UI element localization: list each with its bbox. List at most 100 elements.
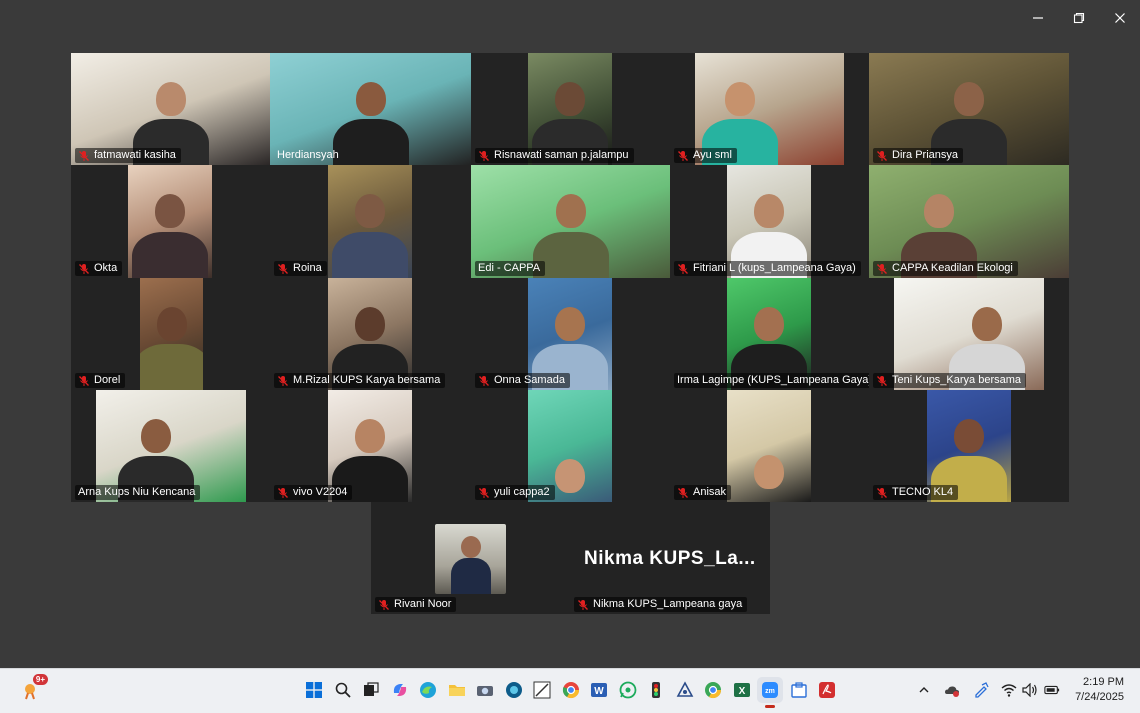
acrobat-button[interactable] xyxy=(814,677,840,703)
participant-tile[interactable]: TECNO KL4 xyxy=(869,390,1069,502)
participant-name: Edi - CAPPA xyxy=(478,262,541,274)
mic-muted-icon xyxy=(278,375,288,386)
participant-tile[interactable]: Onna Samada xyxy=(471,278,670,390)
mic-muted-icon xyxy=(678,487,688,498)
mic-muted-icon xyxy=(79,150,89,161)
participant-name: TECNO KL4 xyxy=(892,486,954,498)
svg-text:W: W xyxy=(594,686,604,697)
weather-widget[interactable]: 9+ xyxy=(16,674,48,705)
search-button[interactable] xyxy=(330,677,356,703)
file-explorer-button[interactable] xyxy=(444,677,470,703)
participant-tile-no-video[interactable]: Nikma KUPS_La... Nikma KUPS_Lampeana gay… xyxy=(570,502,770,614)
onedrive-icon xyxy=(945,686,959,697)
participant-name: Risnawati saman p.jalampu xyxy=(494,149,629,161)
word-icon: W xyxy=(591,683,607,697)
system-clock[interactable]: 2:19 PM 7/24/2025 xyxy=(1075,675,1124,705)
task-view-icon xyxy=(364,682,379,696)
search-icon xyxy=(335,682,351,698)
participant-tile[interactable]: Dorel xyxy=(71,278,270,390)
restore-button[interactable] xyxy=(1058,0,1099,36)
network-share-button[interactable] xyxy=(672,677,698,703)
restore-icon xyxy=(1073,12,1084,24)
participant-tile[interactable]: Irma Lagimpe (KUPS_Lampeana Gaya) xyxy=(670,278,869,390)
battery-tray[interactable] xyxy=(1044,682,1060,698)
copilot-button[interactable] xyxy=(387,677,413,703)
participant-tile[interactable]: Anisak xyxy=(670,390,869,502)
participant-tile[interactable]: Edi - CAPPA xyxy=(471,165,670,278)
participant-tile[interactable]: Roina xyxy=(270,165,471,278)
app-button[interactable] xyxy=(643,677,669,703)
participant-name: Anisak xyxy=(693,486,727,498)
wifi-tray[interactable] xyxy=(1001,682,1017,698)
camera-icon xyxy=(477,686,493,696)
edge-dev-button[interactable] xyxy=(501,677,527,703)
pen-tray[interactable] xyxy=(973,682,989,698)
participant-tile[interactable]: Dira Priansya xyxy=(869,53,1069,165)
whatsapp-button[interactable] xyxy=(615,677,641,703)
volume-tray[interactable] xyxy=(1022,682,1038,698)
chrome-profile-button[interactable] xyxy=(700,677,726,703)
participant-name: Ayu sml xyxy=(693,149,732,161)
onedrive-tray[interactable] xyxy=(944,682,960,698)
excel-button[interactable]: X xyxy=(729,677,755,703)
taskbar: 9+ W X zm 2:19 PM 7/24/2025 xyxy=(0,668,1140,713)
mic-muted-icon xyxy=(79,375,89,386)
chevron-up-icon xyxy=(919,687,929,693)
edge-dev-icon xyxy=(506,682,522,698)
close-button[interactable] xyxy=(1099,0,1140,36)
paint-button[interactable] xyxy=(529,677,555,703)
participant-tile[interactable]: yuli cappa2 xyxy=(471,390,670,502)
participant-tile[interactable]: Rivani Noor xyxy=(371,502,570,614)
participant-tile[interactable]: Ayu sml xyxy=(670,53,869,165)
edge-button[interactable] xyxy=(415,677,441,703)
chrome-button[interactable] xyxy=(558,677,584,703)
participant-name: CAPPA Keadilan Ekologi xyxy=(892,262,1013,274)
participant-name: Nikma KUPS_Lampeana gaya xyxy=(593,598,743,610)
participant-tile[interactable]: Arna Kups Niu Kencana xyxy=(71,390,270,502)
mic-muted-icon xyxy=(278,263,288,274)
svg-text:zm: zm xyxy=(765,688,775,695)
mic-muted-icon xyxy=(578,599,588,610)
start-button[interactable] xyxy=(301,677,327,703)
participant-tile[interactable]: Teni Kups_Karya bersama xyxy=(869,278,1069,390)
participant-name: Arna Kups Niu Kencana xyxy=(78,486,196,498)
mic-muted-icon xyxy=(678,263,688,274)
acrobat-icon xyxy=(819,682,835,698)
store-icon xyxy=(791,682,807,698)
participant-tile[interactable]: vivo V2204 xyxy=(270,390,471,502)
show-hidden-icons-button[interactable] xyxy=(916,682,932,698)
svg-text:X: X xyxy=(739,686,746,697)
network-share-icon xyxy=(676,681,694,697)
no-video-display-name: Nikma KUPS_La... xyxy=(584,548,756,569)
camera-button[interactable] xyxy=(472,677,498,703)
volume-icon xyxy=(1022,683,1037,697)
participant-tile[interactable]: Okta xyxy=(71,165,270,278)
participant-name: Fitriani L (kups_Lampeana Gaya) xyxy=(693,262,856,274)
store-button[interactable] xyxy=(786,677,812,703)
start-icon xyxy=(306,682,322,698)
participant-tile[interactable]: CAPPA Keadilan Ekologi xyxy=(869,165,1069,278)
participant-name: Rivani Noor xyxy=(394,598,452,610)
zoom-button[interactable]: zm xyxy=(757,677,783,708)
mic-muted-icon xyxy=(479,150,489,161)
notification-badge: 9+ xyxy=(32,674,48,685)
word-button[interactable]: W xyxy=(586,677,612,703)
traffic-light-icon xyxy=(652,682,660,698)
participant-tile[interactable]: M.Rizal KUPS Karya bersama xyxy=(270,278,471,390)
participant-name: M.Rizal KUPS Karya bersama xyxy=(293,374,441,386)
task-view-button[interactable] xyxy=(358,677,384,703)
clock-time: 2:19 PM xyxy=(1083,676,1124,688)
window-controls xyxy=(1017,0,1140,36)
minimize-button[interactable] xyxy=(1017,0,1058,36)
participant-tile[interactable]: fatmawati kasiha xyxy=(71,53,270,165)
participant-tile-active-speaker[interactable]: Herdiansyah xyxy=(270,53,471,165)
participant-name: Herdiansyah xyxy=(277,149,339,161)
participant-tile[interactable]: Fitriani L (kups_Lampeana Gaya) xyxy=(670,165,869,278)
paint-icon xyxy=(533,681,551,699)
zoom-icon: zm xyxy=(762,682,778,698)
mic-muted-icon xyxy=(877,150,887,161)
participant-name: Okta xyxy=(94,262,118,274)
participant-tile[interactable]: Risnawati saman p.jalampu xyxy=(471,53,670,165)
participant-name: Onna Samada xyxy=(494,374,565,386)
battery-icon xyxy=(1044,685,1060,695)
